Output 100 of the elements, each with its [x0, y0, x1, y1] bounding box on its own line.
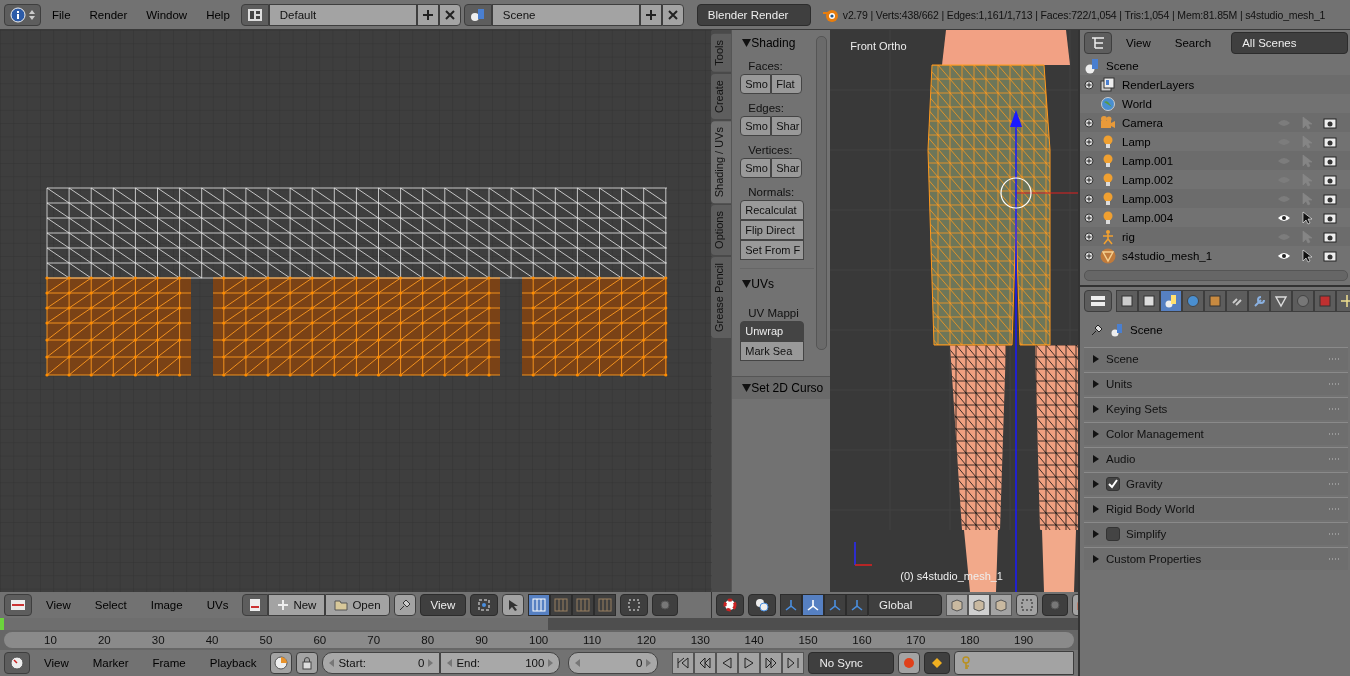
menu-item[interactable]: Select: [84, 599, 137, 611]
tool-button[interactable]: Shar: [771, 116, 803, 136]
tool-button[interactable]: Smo: [740, 116, 772, 136]
drag-handle-icon[interactable]: [1328, 357, 1340, 361]
menu-item[interactable]: View: [36, 599, 81, 611]
drag-handle-icon[interactable]: [1328, 407, 1340, 411]
outliner-item[interactable]: Lamp.002: [1122, 173, 1174, 186]
add-button[interactable]: [416, 3, 439, 26]
eye-icon[interactable]: [1277, 250, 1292, 261]
tool-button[interactable]: Shar: [771, 158, 803, 178]
close-button[interactable]: [438, 3, 461, 26]
menu-item[interactable]: Playback: [199, 657, 267, 669]
current-frame-marker[interactable]: [0, 618, 4, 630]
tool-shelf-tab[interactable]: Tools: [711, 34, 732, 72]
eye-icon[interactable]: [1277, 212, 1292, 223]
expand-icon[interactable]: [1084, 250, 1094, 261]
expand-icon[interactable]: [1084, 79, 1094, 90]
view-mode-dropdown[interactable]: View: [419, 594, 467, 616]
properties-panel[interactable]: Color Management: [1084, 422, 1348, 445]
tool-button[interactable]: Recalculat: [740, 200, 805, 220]
properties-panel[interactable]: Audio: [1084, 447, 1348, 470]
sync-selection-button[interactable]: [502, 594, 525, 616]
checkbox[interactable]: [1106, 527, 1120, 541]
panel-header[interactable]: Set 2D Curso: [732, 376, 831, 399]
pin-icon[interactable]: [1090, 323, 1104, 337]
outliner-item[interactable]: Scene: [1106, 59, 1139, 72]
close-button[interactable]: [661, 3, 684, 26]
tool-button[interactable]: Set From F: [740, 240, 805, 260]
scrollbar[interactable]: [1084, 270, 1348, 281]
expand-icon[interactable]: [1084, 174, 1094, 185]
outliner-item[interactable]: RenderLayers: [1122, 78, 1195, 91]
proportional-dropdown[interactable]: [652, 594, 679, 616]
properties-tab[interactable]: [1248, 290, 1270, 312]
tool-shelf-tab[interactable]: Shading / UVs: [711, 120, 732, 204]
drag-handle-icon[interactable]: [1328, 482, 1340, 486]
scrollbar[interactable]: [816, 36, 828, 350]
viewport-shading-dropdown[interactable]: [716, 594, 744, 616]
drag-handle-icon[interactable]: [1328, 532, 1340, 536]
tool-button[interactable]: Flip Direct: [740, 220, 805, 240]
panel-header[interactable]: Shading: [740, 34, 815, 52]
playback-button[interactable]: [672, 652, 695, 674]
select-mode-button[interactable]: [528, 594, 551, 616]
image-browse-dropdown[interactable]: [242, 594, 269, 616]
expand-icon[interactable]: [1084, 117, 1094, 128]
outliner-item[interactable]: Camera: [1122, 116, 1163, 129]
open-image-button[interactable]: Open: [325, 594, 390, 616]
expand-icon[interactable]: [1084, 155, 1094, 166]
outliner-item[interactable]: Lamp.001: [1122, 154, 1174, 167]
properties-tab[interactable]: [1226, 290, 1248, 312]
pivot-point-dropdown[interactable]: [748, 594, 776, 616]
tool-button[interactable]: Mark Sea: [740, 341, 805, 361]
editor-type-dropdown[interactable]: [4, 3, 41, 26]
new-image-button[interactable]: New: [268, 594, 326, 616]
lock-button[interactable]: [296, 652, 319, 674]
expand-icon[interactable]: [1084, 193, 1094, 204]
layout-dropdown[interactable]: [240, 3, 269, 26]
properties-panel[interactable]: Keying Sets: [1084, 397, 1348, 420]
expand-icon[interactable]: [1084, 212, 1094, 223]
occlude-button[interactable]: [1016, 594, 1038, 616]
editor-type-dropdown[interactable]: [1084, 32, 1112, 54]
pin-button[interactable]: [393, 594, 416, 616]
outliner-item[interactable]: rig: [1122, 230, 1135, 243]
menu-item[interactable]: Render: [81, 8, 136, 21]
checkbox[interactable]: [1106, 477, 1120, 491]
pivot-dropdown[interactable]: [470, 594, 499, 616]
expand-icon[interactable]: [1084, 136, 1094, 147]
properties-tab[interactable]: [1116, 290, 1138, 312]
editor-type-dropdown[interactable]: [1084, 290, 1112, 312]
display-mode-dropdown[interactable]: All Scenes: [1231, 32, 1348, 54]
menu-item[interactable]: View: [34, 657, 79, 669]
menu-item[interactable]: Marker: [82, 657, 139, 669]
drag-handle-icon[interactable]: [1328, 457, 1340, 461]
drag-handle-icon[interactable]: [1328, 432, 1340, 436]
outliner-item[interactable]: Lamp.004: [1122, 211, 1174, 224]
move-manipulator-icon[interactable]: [1010, 110, 1023, 592]
playback-button[interactable]: [738, 652, 761, 674]
playback-button[interactable]: [760, 652, 783, 674]
render-engine-dropdown[interactable]: Blender Render: [696, 3, 811, 26]
tool-button[interactable]: Smo: [740, 158, 772, 178]
tool-button[interactable]: Flat: [771, 74, 803, 94]
properties-panel[interactable]: Custom Properties: [1084, 547, 1348, 570]
playback-button[interactable]: [716, 652, 739, 674]
menu-item[interactable]: Window: [138, 8, 196, 21]
frame-ruler[interactable]: 10 20 30 40 50 60 70 80 90 100 110 120 130 140 150 160 170 180 190: [4, 632, 1074, 648]
drag-handle-icon[interactable]: [1328, 507, 1340, 511]
tool-shelf-tab[interactable]: Create: [711, 73, 732, 119]
menu-item[interactable]: Image: [140, 599, 193, 611]
properties-panel[interactable]: Scene: [1084, 347, 1348, 370]
menu-item[interactable]: Frame: [142, 657, 196, 669]
properties-tab[interactable]: [1160, 290, 1182, 312]
playback-button[interactable]: [782, 652, 805, 674]
drag-handle-icon[interactable]: [1328, 382, 1340, 386]
outliner-item[interactable]: Lamp.003: [1122, 192, 1174, 205]
properties-panel[interactable]: Gravity: [1084, 472, 1348, 495]
select-mode-button[interactable]: [968, 594, 990, 616]
panel-header[interactable]: UVs: [740, 275, 815, 293]
preview-range-button[interactable]: [270, 652, 293, 674]
tool-button[interactable]: Smo: [740, 74, 772, 94]
editor-type-dropdown[interactable]: [4, 594, 32, 616]
sticky-mode-dropdown[interactable]: [620, 594, 649, 616]
